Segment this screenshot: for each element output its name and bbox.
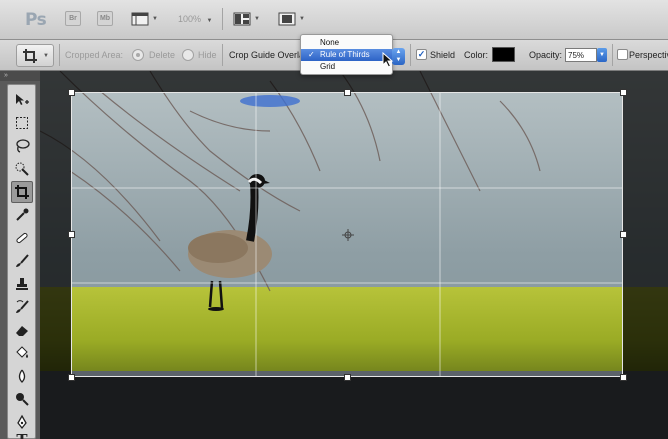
- perspective-checkbox[interactable]: [617, 49, 628, 60]
- lasso-tool[interactable]: [11, 135, 33, 157]
- photoshop-logo: Ps: [25, 10, 47, 30]
- crop-handle-left[interactable]: [68, 231, 75, 238]
- crop-handle-right[interactable]: [620, 231, 627, 238]
- spot-healing-tool[interactable]: [11, 227, 33, 249]
- chevron-down-icon: ▼: [254, 15, 260, 22]
- crop-icon: [15, 185, 29, 199]
- crop-tool[interactable]: [11, 181, 33, 203]
- paint-bucket-tool[interactable]: [11, 342, 33, 364]
- shield-color-swatch[interactable]: [492, 47, 515, 62]
- crop-handle-bottom-right[interactable]: [620, 374, 627, 381]
- arrange-documents-button[interactable]: ▼: [233, 11, 260, 26]
- quick-selection-icon: [15, 162, 29, 176]
- view-extras-button[interactable]: ▼: [131, 11, 158, 26]
- dodge-tool[interactable]: [11, 388, 33, 410]
- crop-box[interactable]: [71, 92, 623, 377]
- crop-handle-bottom[interactable]: [344, 374, 351, 381]
- type-icon: T: [16, 431, 27, 439]
- type-tool[interactable]: T: [11, 431, 33, 439]
- hide-label: Hide: [198, 50, 217, 60]
- crop-guide-overlay-menu: None ✓ Rule of Thirds Grid: [300, 34, 393, 75]
- shield-label: Shield: [430, 50, 456, 60]
- chevron-down-icon: ▼: [299, 15, 305, 22]
- hide-radio[interactable]: [182, 49, 194, 61]
- brush-tool[interactable]: [11, 250, 33, 272]
- opacity-input[interactable]: 75%: [565, 48, 597, 62]
- zoom-level[interactable]: 100% ▼: [178, 14, 213, 24]
- chevron-down-icon: ▼: [152, 15, 158, 22]
- divider: [410, 44, 411, 66]
- history-brush-icon: [16, 300, 29, 313]
- move-tool[interactable]: [11, 89, 33, 111]
- tool-preset-picker[interactable]: ▼: [16, 44, 54, 67]
- opacity-label: Opacity:: [529, 50, 563, 60]
- screen-mode-icon: [278, 12, 296, 25]
- pen-icon: [17, 414, 27, 430]
- paint-bucket-icon: [16, 346, 28, 358]
- launch-mini-bridge-button[interactable]: Mb: [97, 11, 113, 26]
- eyedropper-icon: [16, 208, 29, 221]
- eyedropper-tool[interactable]: [11, 204, 33, 226]
- mouse-pointer-icon: [382, 52, 394, 68]
- dodge-icon: [16, 393, 29, 406]
- history-brush-tool[interactable]: [11, 296, 33, 318]
- rule-of-thirds-overlay: [72, 93, 622, 376]
- screen-mode-button[interactable]: ▼: [278, 11, 305, 26]
- chevron-down-icon: ▼: [43, 52, 49, 59]
- delete-label: Delete: [149, 50, 176, 60]
- menu-item-none[interactable]: None: [301, 37, 392, 49]
- launch-bridge-button[interactable]: Br: [65, 11, 81, 26]
- delete-radio[interactable]: [132, 49, 144, 61]
- menu-item-label: Rule of Thirds: [320, 50, 370, 59]
- crop-icon: [23, 48, 37, 63]
- arrange-documents-icon: [233, 12, 251, 25]
- brush-icon: [16, 254, 29, 267]
- clone-stamp-tool[interactable]: [11, 273, 33, 295]
- move-icon: [16, 94, 29, 105]
- eraser-tool[interactable]: [11, 319, 33, 341]
- blur-drop-icon: [18, 369, 26, 383]
- zoom-level-value: 100%: [178, 14, 202, 24]
- menu-item-grid[interactable]: Grid: [301, 61, 392, 73]
- crop-handle-top[interactable]: [344, 89, 351, 96]
- divider: [59, 44, 60, 66]
- perspective-label: Perspective: [629, 50, 668, 60]
- chevron-down-icon: ▼: [206, 18, 213, 24]
- opacity-dropdown-button[interactable]: ▼: [597, 48, 607, 62]
- lasso-icon: [16, 139, 30, 153]
- stamp-icon: [16, 278, 28, 290]
- crop-handle-bottom-left[interactable]: [68, 374, 75, 381]
- checkmark-icon: ✓: [308, 50, 315, 59]
- marquee-tool[interactable]: [11, 112, 33, 134]
- toolbox: T: [7, 84, 36, 439]
- divider: [222, 8, 223, 30]
- bandage-icon: [16, 232, 28, 244]
- crop-guide-overlay-label: Crop Guide Overlay:: [229, 50, 301, 60]
- panel-collapse-grip[interactable]: »: [0, 71, 40, 81]
- shield-checkbox[interactable]: ✓: [416, 49, 427, 60]
- cropped-area-label: Cropped Area:: [65, 50, 124, 60]
- crop-handle-top-right[interactable]: [620, 89, 627, 96]
- marquee-icon: [16, 117, 28, 129]
- menu-item-rule-of-thirds[interactable]: ✓ Rule of Thirds: [301, 49, 392, 61]
- color-label: Color:: [464, 50, 489, 60]
- eraser-icon: [16, 326, 28, 336]
- divider: [612, 44, 613, 66]
- crop-handle-top-left[interactable]: [68, 89, 75, 96]
- blur-tool[interactable]: [11, 365, 33, 387]
- view-extras-icon: [131, 12, 149, 25]
- quick-selection-tool[interactable]: [11, 158, 33, 180]
- pen-tool[interactable]: [11, 411, 33, 433]
- divider: [222, 44, 223, 66]
- crop-center-marker: [342, 229, 354, 241]
- document-canvas[interactable]: [40, 71, 668, 439]
